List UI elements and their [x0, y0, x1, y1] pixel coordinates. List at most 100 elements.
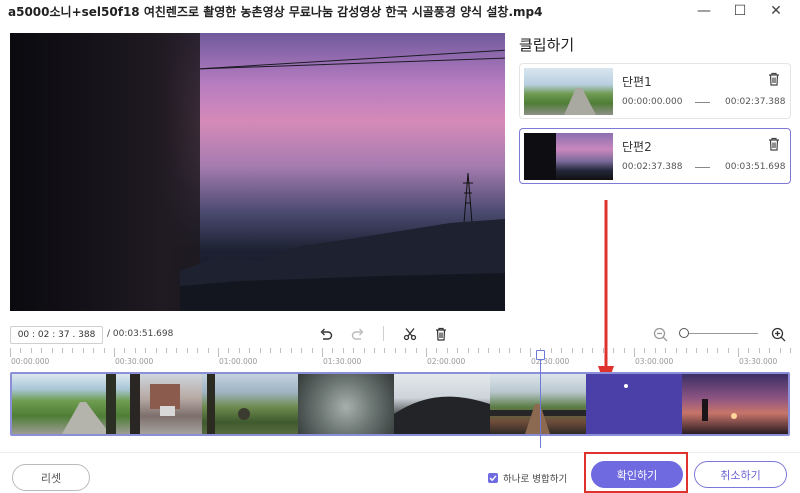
merge-option[interactable]: 하나로 병합하기: [488, 471, 567, 485]
ruler-tick: [270, 348, 271, 353]
playhead-handle[interactable]: [536, 350, 545, 360]
ruler-label: 03:30.000: [739, 357, 778, 366]
ruler-tick: [717, 348, 719, 353]
ruler-tick: [696, 348, 698, 353]
ruler-tick: [342, 348, 344, 353]
ruler-tick: [20, 348, 22, 353]
total-duration: / 00:03:51.698: [107, 329, 174, 339]
minimize-icon: —: [697, 3, 711, 19]
ruler-tick: [207, 348, 209, 353]
clip-start-time: 00:00:00.000: [622, 97, 683, 107]
merge-label: 하나로 병합하기: [503, 474, 568, 485]
clip-end-time: 00:02:37.388: [725, 97, 786, 107]
delete-button[interactable]: [433, 326, 449, 342]
ruler-tick: [561, 348, 563, 353]
ruler-label: 01:30.000: [323, 357, 362, 366]
ruler-tick: [675, 348, 677, 353]
trash-icon: [436, 327, 446, 341]
zoom-in-button[interactable]: [770, 326, 786, 342]
trash-icon[interactable]: [768, 72, 780, 86]
timeline-frame: [12, 374, 130, 434]
ruler-tick: [30, 348, 32, 353]
timeline-frame: [394, 374, 490, 434]
ruler-tick: [498, 348, 500, 353]
clip-card-1[interactable]: 단편1 00:00:00.000 00:02:37.388: [519, 63, 791, 119]
clip-thumbnail: [524, 133, 613, 180]
ruler-tick: [644, 348, 646, 353]
timeline-frame: [130, 374, 202, 434]
timeline-frame: [490, 374, 586, 434]
mountain-silhouette: [180, 219, 505, 311]
ruler-tick: [218, 348, 219, 357]
ruler-tick: [592, 348, 594, 353]
clip-name: 단편2: [622, 140, 652, 154]
clip-card-2[interactable]: 단편2 00:02:37.388 00:03:51.698: [519, 128, 791, 184]
video-preview[interactable]: [10, 33, 505, 311]
zoom-slider-handle[interactable]: [679, 328, 689, 338]
minimize-button[interactable]: —: [686, 0, 722, 22]
ruler-tick: [530, 348, 531, 357]
ruler-tick: [582, 348, 583, 353]
ruler-tick: [176, 348, 178, 353]
ruler-tick: [634, 348, 635, 357]
toolbar-separator: [383, 326, 384, 341]
ruler-tick: [353, 348, 355, 353]
ruler-tick: [134, 348, 136, 353]
close-icon: ✕: [770, 3, 782, 19]
close-button[interactable]: ✕: [758, 0, 794, 22]
ruler-tick: [290, 348, 292, 353]
ruler-tick: [363, 348, 365, 353]
trash-icon[interactable]: [768, 137, 780, 151]
window-title: a5000소니+sel50f18 여친렌즈로 촬영한 농촌영상 무료나눔 감성영…: [8, 5, 543, 19]
redo-icon: [351, 328, 364, 340]
maximize-icon: ☐: [733, 3, 747, 19]
cancel-button[interactable]: 취소하기: [694, 461, 787, 488]
undo-button[interactable]: [318, 326, 334, 342]
zoom-slider-track[interactable]: [686, 333, 758, 334]
ruler-tick: [374, 348, 375, 353]
redo-button[interactable]: [350, 326, 366, 342]
ruler-tick: [769, 348, 771, 353]
ruler-tick: [758, 348, 760, 353]
cut-button[interactable]: [402, 326, 418, 342]
ruler-tick: [478, 348, 479, 353]
timeline-frame: [682, 374, 788, 434]
ruler-tick: [748, 348, 750, 353]
ruler-tick: [280, 348, 282, 353]
timeline-frame: [202, 374, 298, 434]
ruler-tick: [322, 348, 323, 357]
timeline-frame: [586, 374, 682, 434]
current-time-input[interactable]: 00 : 02 : 37 . 388: [10, 326, 103, 344]
clip-thumbnail: [524, 68, 613, 115]
reset-button[interactable]: 리셋: [12, 464, 90, 491]
ruler-tick: [10, 348, 11, 357]
ruler-tick: [457, 348, 459, 353]
timeline-strip[interactable]: [10, 372, 790, 436]
timeline-ruler[interactable]: 00:00.000 00:30.000 01:00.000 01:30.000 02:0…: [10, 348, 791, 368]
preview-dark-foreground: [10, 33, 200, 311]
ruler-tick: [415, 348, 417, 353]
ruler-tick: [571, 348, 573, 353]
zoom-out-button[interactable]: [652, 326, 668, 342]
ruler-tick: [509, 348, 511, 353]
ruler-tick: [186, 348, 188, 353]
ruler-tick: [62, 348, 63, 353]
ruler-tick: [41, 348, 43, 353]
ruler-tick: [384, 348, 386, 353]
ruler-tick: [311, 348, 313, 353]
ruler-tick: [301, 348, 303, 353]
ruler-tick: [155, 348, 157, 353]
ruler-tick: [51, 348, 53, 353]
clip-end-time: 00:03:51.698: [725, 162, 786, 172]
merge-checkbox[interactable]: [488, 473, 498, 483]
ruler-tick: [145, 348, 147, 353]
ruler-tick: [779, 348, 781, 353]
ruler-tick: [93, 348, 95, 353]
ruler-tick: [197, 348, 199, 353]
ruler-tick: [467, 348, 469, 353]
maximize-button[interactable]: ☐: [722, 0, 758, 22]
ruler-tick: [446, 348, 448, 353]
ruler-tick: [738, 348, 739, 357]
playhead-line[interactable]: [540, 358, 541, 448]
ruler-tick: [519, 348, 521, 353]
